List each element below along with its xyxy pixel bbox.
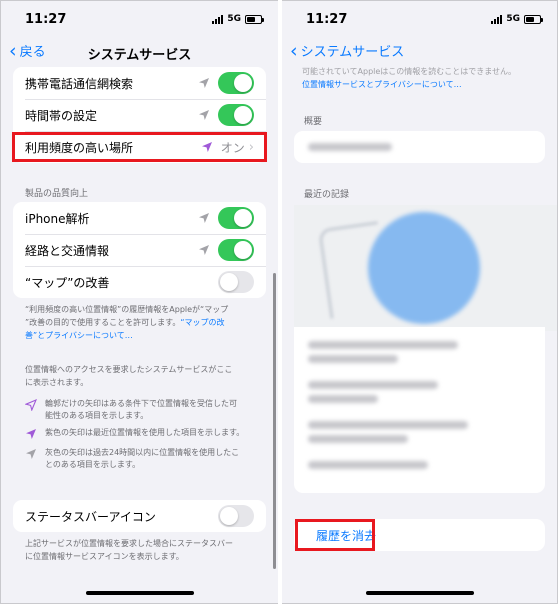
footnote-text: ”改善の目的で使用することを許可します。	[25, 318, 181, 327]
legend-text: とのある項目を示します。	[45, 460, 141, 469]
note-line: 上記サービスが位置情報を要求した場合にステータスバー	[25, 539, 233, 548]
legend-text: 紫色の矢印は最近位置情報を使用した項目を示します。	[45, 428, 245, 437]
maps-privacy-link[interactable]: “マップの改	[180, 318, 224, 327]
home-indicator[interactable]	[85, 591, 194, 595]
highlight-box	[295, 519, 375, 551]
back-button[interactable]: ‹ システムサービス	[290, 41, 404, 60]
row-label: ステータスバーアイコン	[25, 509, 156, 524]
toggle-switch[interactable]	[218, 271, 254, 293]
maps-privacy-link[interactable]: 善”とプライバシーについて…	[25, 329, 262, 342]
location-arrow-gray-icon	[26, 449, 36, 459]
records-group	[294, 327, 545, 493]
right-screen: 11:27 5G ‹ システムサービス 可能されていてAppleはこの情報を読む…	[282, 1, 557, 603]
map-view[interactable]	[294, 205, 557, 331]
chevron-left-icon: ‹	[290, 39, 298, 62]
recent-header: 最近の記録	[304, 190, 350, 200]
note-line: に位置情報サービスアイコンを表示します。	[25, 552, 184, 561]
footnote-line: “利用頻度の高い位置情報”の履歴情報をAppleが“マップ	[25, 305, 229, 314]
battery-icon	[524, 14, 543, 24]
bottom-note: 上記サービスが位置情報を要求した場合にステータスバー に位置情報サービスアイコン…	[25, 537, 262, 563]
scroll-indicator[interactable]	[273, 273, 276, 569]
row-statusbar-icon[interactable]: ステータスバーアイコン	[13, 500, 266, 532]
legend-purple: 紫色の矢印は最近位置情報を使用した項目を示します。	[25, 427, 264, 440]
nav-bar: ‹ システムサービス	[282, 35, 557, 67]
row-improve-maps[interactable]: “マップ”の改善	[13, 266, 266, 298]
location-arrow-gray-icon	[199, 245, 209, 255]
toggle-switch[interactable]	[218, 505, 254, 527]
toggle-switch[interactable]	[218, 104, 254, 126]
back-label: システムサービス	[300, 45, 405, 60]
summary-group[interactable]	[294, 131, 545, 163]
status-bar: 11:27 5G	[282, 1, 557, 35]
row-label: iPhone解析	[25, 211, 90, 226]
blurred-records	[308, 341, 533, 469]
row-label: 経路と交通情報	[25, 243, 110, 258]
privacy-link[interactable]: 位置情報サービスとプライバシーについて…	[302, 78, 541, 91]
footnote-line: ”改善の目的で使用することを許可します。“マップの改	[25, 316, 262, 329]
maps-footnote: “利用頻度の高い位置情報”の履歴情報をAppleが“マップ ”改善の目的で使用す…	[25, 303, 262, 342]
location-arrow-purple-icon	[26, 429, 36, 439]
status-time: 11:27	[25, 12, 67, 27]
network-type: 5G	[227, 14, 241, 24]
info-text: 位置情報へのアクセスを要求したシステムサービスがここ に表示されます。	[25, 363, 262, 389]
nav-bar: ‹ 戻る システムサービス	[1, 35, 278, 67]
toggle-switch[interactable]	[218, 239, 254, 261]
toggle-switch[interactable]	[218, 72, 254, 94]
home-indicator[interactable]	[365, 591, 474, 595]
location-arrow-outline-icon	[25, 399, 37, 411]
page-title: システムサービス	[87, 48, 192, 63]
legend-outline: 輪郭だけの矢印はある条件下で位置情報を受信した可 能性のある項目を示します。	[25, 398, 264, 422]
status-icons: 5G	[212, 14, 264, 24]
row-time-zone[interactable]: 時間帯の設定	[13, 99, 266, 131]
location-arrow-gray-icon	[199, 213, 209, 223]
info-line: に表示されます。	[25, 378, 89, 387]
privacy-text: 可能されていてAppleはこの情報を読むことはできません。 位置情報サービスとプ…	[302, 65, 541, 91]
location-area-circle	[368, 212, 480, 324]
section-header: 製品の品質向上	[25, 189, 89, 199]
info-line: 位置情報へのアクセスを要求したシステムサービスがここ	[25, 365, 233, 374]
quality-group: iPhone解析 経路と交通情報 “マップ”の改善	[13, 202, 266, 298]
left-screen: 11:27 5G ‹ 戻る システムサービス 携帯電話通信網検索 時間帯の設定 …	[1, 1, 278, 603]
legend-text: 能性のある項目を示します。	[45, 411, 149, 420]
statusbar-icon-group: ステータスバーアイコン	[13, 500, 266, 532]
row-label: 時間帯の設定	[25, 108, 98, 123]
toggle-switch[interactable]	[218, 207, 254, 229]
status-icons: 5G	[491, 14, 543, 24]
legend-text: 灰色の矢印は過去24時間以内に位置情報を使用したこ	[45, 448, 240, 457]
location-arrow-gray-icon	[199, 78, 209, 88]
signal-icon	[212, 14, 224, 24]
battery-icon	[245, 14, 264, 24]
row-label: 携帯電話通信網検索	[25, 76, 134, 91]
network-type: 5G	[506, 14, 520, 24]
blurred-content	[308, 143, 533, 151]
row-label: “マップ”の改善	[25, 275, 110, 290]
status-time: 11:27	[306, 12, 348, 27]
legend-gray: 灰色の矢印は過去24時間以内に位置情報を使用したこ とのある項目を示します。	[25, 447, 264, 471]
row-cellular-search[interactable]: 携帯電話通信網検索	[13, 67, 266, 99]
row-routing-traffic[interactable]: 経路と交通情報	[13, 234, 266, 266]
privacy-line: 可能されていてAppleはこの情報を読むことはできません。	[302, 67, 517, 76]
signal-icon	[491, 14, 503, 24]
status-bar: 11:27 5G	[1, 1, 278, 35]
row-iphone-analytics[interactable]: iPhone解析	[13, 202, 266, 234]
legend-text: 輪郭だけの矢印はある条件下で位置情報を受信した可	[45, 399, 237, 408]
summary-header: 概要	[304, 117, 323, 127]
location-arrow-gray-icon	[199, 110, 209, 120]
highlight-box	[12, 132, 267, 162]
